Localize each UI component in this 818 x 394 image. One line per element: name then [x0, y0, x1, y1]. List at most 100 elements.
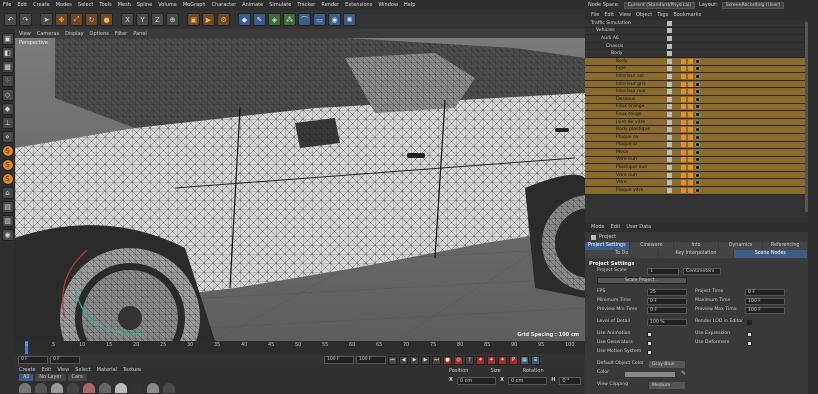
- material-swatch[interactable]: [99, 383, 111, 393]
- visibility-toggle-icon[interactable]: [667, 28, 672, 34]
- object-row[interactable]: Dessous: [585, 95, 808, 104]
- material-tag-icon[interactable]: [695, 187, 700, 193]
- menu-window[interactable]: Window: [378, 2, 398, 8]
- tab-info[interactable]: Info: [674, 242, 718, 250]
- material-tag-icon[interactable]: [695, 111, 700, 117]
- visibility-toggle-icon[interactable]: [667, 73, 672, 79]
- selection-tag-icon[interactable]: [688, 172, 693, 178]
- preview-max-field[interactable]: 100 F: [745, 307, 785, 314]
- end-frame-field[interactable]: 100 F: [324, 356, 354, 364]
- selection-tag-icon[interactable]: [688, 165, 693, 171]
- object-row[interactable]: Body: [585, 57, 808, 66]
- material-swatch[interactable]: [51, 383, 63, 393]
- undo-icon[interactable]: ↶: [4, 13, 17, 26]
- cube-icon[interactable]: ◆: [238, 13, 251, 26]
- object-row[interactable]: Feux rouge: [585, 111, 808, 119]
- selection-tag-icon[interactable]: [688, 96, 693, 102]
- material-tag-icon[interactable]: [695, 172, 700, 178]
- visibility-toggle-icon[interactable]: [667, 96, 672, 102]
- object-row[interactable]: Plastique nun: [585, 164, 808, 172]
- selection-tag-icon[interactable]: [688, 149, 693, 155]
- coord-icon[interactable]: ⊕: [166, 13, 179, 26]
- key-rotation-icon[interactable]: ✦: [498, 355, 507, 365]
- phong-tag-icon[interactable]: [681, 66, 686, 72]
- viewport-menu-view[interactable]: View: [19, 31, 31, 37]
- phong-tag-icon[interactable]: [681, 58, 686, 64]
- material-swatch[interactable]: [147, 383, 159, 393]
- x-axis-icon[interactable]: X: [121, 13, 134, 26]
- object-row[interactable]: Vitre nun: [585, 156, 808, 165]
- object-row[interactable]: Interieur sol: [585, 73, 808, 81]
- visibility-toggle-icon[interactable]: [667, 149, 672, 155]
- object-menu-tags[interactable]: Tags: [657, 12, 668, 18]
- tab-referencing[interactable]: Referencing: [763, 242, 807, 250]
- phong-tag-icon[interactable]: [681, 165, 686, 171]
- edges-mode-icon[interactable]: ◇: [1, 89, 14, 101]
- goto-end-icon[interactable]: ⏭: [432, 355, 441, 365]
- material-tag-icon[interactable]: [695, 81, 700, 87]
- size-x-field[interactable]: 0 cm: [507, 377, 548, 385]
- solo-icon[interactable]: ◉: [1, 229, 14, 241]
- selection-tag-icon[interactable]: [688, 134, 693, 140]
- material-tag-icon[interactable]: [695, 89, 700, 95]
- selection-tag-icon[interactable]: [688, 119, 693, 125]
- selection-tag-icon[interactable]: [688, 157, 693, 163]
- max-time-field[interactable]: 100 F: [745, 298, 785, 305]
- node-space-select[interactable]: Current (Standard/Physical): [623, 1, 695, 9]
- object-menu-bookmarks[interactable]: Bookmarks: [673, 12, 701, 18]
- visibility-toggle-icon[interactable]: [667, 187, 672, 193]
- timeline-icon[interactable]: ⌸: [531, 355, 540, 365]
- material-tag-icon[interactable]: [695, 119, 700, 125]
- material-swatch[interactable]: [35, 383, 47, 393]
- use-motion-checkbox[interactable]: [647, 350, 652, 355]
- phong-tag-icon[interactable]: [681, 111, 686, 117]
- attribute-menu-mode[interactable]: Mode: [591, 224, 605, 230]
- lock-icon[interactable]: ⌂: [1, 187, 14, 199]
- key-scale-icon[interactable]: ✦: [487, 355, 496, 365]
- use-generators-checkbox[interactable]: [647, 341, 652, 346]
- phong-tag-icon[interactable]: [681, 81, 686, 87]
- right-tab-strip[interactable]: [808, 10, 818, 394]
- rotation-h-field[interactable]: 0 °: [559, 377, 582, 385]
- selection-tag-icon[interactable]: [688, 187, 693, 193]
- phong-tag-icon[interactable]: [681, 104, 686, 110]
- material-swatch[interactable]: [131, 383, 143, 393]
- phong-tag-icon[interactable]: [681, 157, 686, 163]
- object-row[interactable]: Mesa: [585, 149, 808, 157]
- goto-start-icon[interactable]: ⏮: [388, 355, 397, 365]
- attribute-menu-user-data[interactable]: User Data: [626, 224, 651, 230]
- record-icon[interactable]: ●: [443, 355, 452, 365]
- deformer-icon[interactable]: ⌒: [298, 13, 311, 26]
- select-icon[interactable]: ➤: [40, 13, 53, 26]
- eyedropper-icon[interactable]: ✎: [681, 370, 686, 377]
- lod-field[interactable]: 100 %: [647, 319, 687, 326]
- object-row[interactable]: Jupe: [585, 65, 808, 74]
- start-frame-field[interactable]: 0 F: [18, 356, 48, 364]
- phong-tag-icon[interactable]: [681, 180, 686, 186]
- layout-select[interactable]: ScreenRecording (User): [721, 1, 784, 9]
- floor-icon[interactable]: ▭: [313, 13, 326, 26]
- keyframe-icon[interactable]: ?: [465, 355, 474, 365]
- visibility-toggle-icon[interactable]: [667, 180, 672, 186]
- material-tab-cars[interactable]: Cars: [67, 374, 87, 381]
- selection-tag-icon[interactable]: [688, 73, 693, 79]
- phong-tag-icon[interactable]: [681, 149, 686, 155]
- material-tag-icon[interactable]: [695, 104, 700, 110]
- menu-render[interactable]: Render: [321, 2, 339, 8]
- tab-project-settings[interactable]: Project Settings: [585, 242, 629, 250]
- material-tab-no-layer[interactable]: No Layer: [35, 374, 66, 381]
- object-row[interactable]: Feux orange: [585, 103, 808, 112]
- material-menu-view[interactable]: View: [57, 367, 69, 373]
- tab-scene-nodes[interactable]: Scene Nodes: [733, 250, 807, 258]
- menu-extensions[interactable]: Extensions: [345, 2, 372, 8]
- selection-tag-icon[interactable]: [688, 58, 693, 64]
- object-row[interactable]: Vehicles: [585, 28, 808, 36]
- use-animation-checkbox[interactable]: [647, 332, 652, 337]
- preview-end-field[interactable]: 100 F: [356, 356, 386, 364]
- material-tag-icon[interactable]: [695, 127, 700, 133]
- render-lod-checkbox[interactable]: [747, 320, 752, 325]
- object-row[interactable]: Audi A6: [585, 35, 808, 43]
- selection-tag-icon[interactable]: [688, 127, 693, 133]
- selection-tag-icon[interactable]: [688, 81, 693, 87]
- visibility-toggle-icon[interactable]: [667, 157, 672, 163]
